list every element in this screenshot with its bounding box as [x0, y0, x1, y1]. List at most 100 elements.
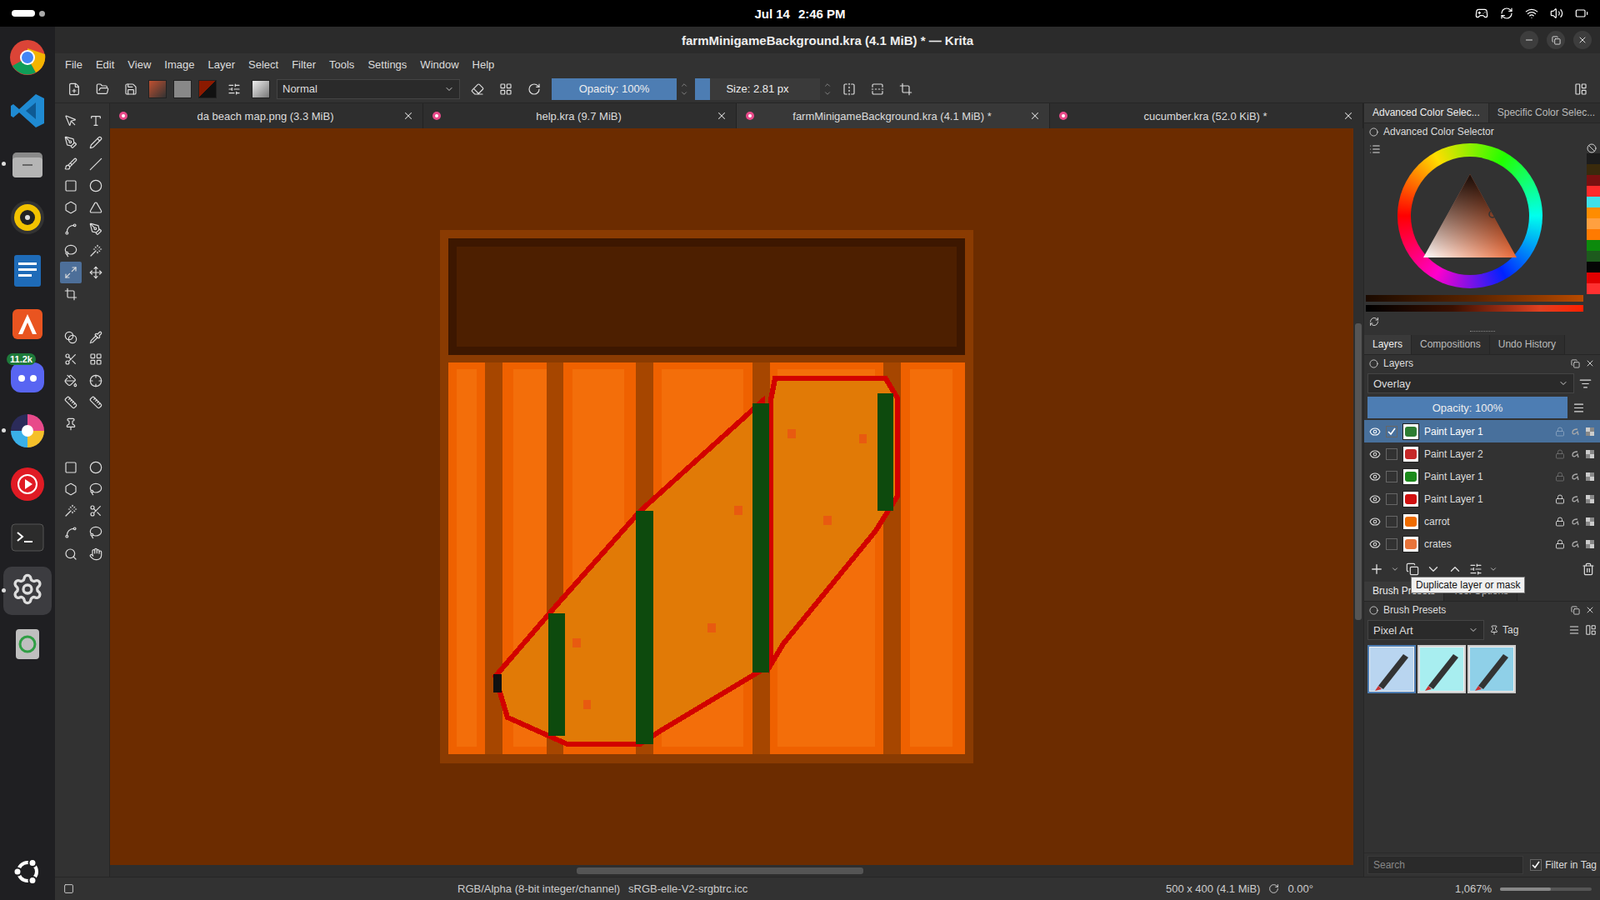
- brush-preset[interactable]: [1367, 645, 1416, 694]
- eraser-button[interactable]: [466, 78, 489, 100]
- opacity-slider[interactable]: Opacity: 100%: [551, 78, 677, 100]
- tool-button[interactable]: [60, 240, 82, 262]
- tool-button[interactable]: [85, 478, 107, 500]
- brush-preset[interactable]: [1467, 645, 1516, 694]
- lock-toggle[interactable]: [1555, 539, 1565, 550]
- rotation[interactable]: 0.00°: [1287, 882, 1314, 895]
- color-swatch[interactable]: [1586, 250, 1600, 262]
- color-swatch[interactable]: [1586, 207, 1600, 219]
- lock-toggle[interactable]: [1555, 516, 1565, 527]
- close-tab-icon[interactable]: [1029, 110, 1041, 122]
- color-swatch[interactable]: [1586, 261, 1600, 273]
- tool-button[interactable]: [85, 196, 107, 219]
- brush-preset[interactable]: [1417, 645, 1466, 694]
- canvas[interactable]: [110, 128, 1354, 865]
- size-slider[interactable]: Size: 2.81 px: [695, 78, 820, 100]
- brush-settings-button[interactable]: [223, 78, 245, 100]
- color-swatch[interactable]: [1586, 272, 1600, 284]
- saturation-triangle[interactable]: [1421, 172, 1519, 260]
- color-swatch[interactable]: [1586, 175, 1600, 186]
- gradient-swatch[interactable]: [148, 80, 167, 99]
- layer-blend-select[interactable]: Overlay: [1367, 373, 1575, 394]
- canvas-image[interactable]: [440, 230, 974, 764]
- tool-button[interactable]: [85, 240, 107, 262]
- inherit-alpha-icon[interactable]: [1585, 494, 1595, 505]
- alpha-icon[interactable]: [1570, 426, 1580, 437]
- dropdown-icon[interactable]: [1390, 565, 1400, 574]
- filter-icon[interactable]: [1579, 377, 1592, 390]
- visibility-toggle[interactable]: [1369, 538, 1381, 550]
- tool-button[interactable]: [60, 521, 82, 544]
- layer-row[interactable]: Paint Layer 1: [1364, 465, 1600, 488]
- tool-button[interactable]: [85, 110, 107, 132]
- color-swatch[interactable]: [1586, 153, 1600, 165]
- system-tray[interactable]: [845, 6, 1589, 20]
- close-icon[interactable]: [1585, 358, 1595, 369]
- menu-item[interactable]: Edit: [95, 58, 115, 71]
- inherit-alpha-icon[interactable]: [1585, 449, 1595, 460]
- alpha-icon[interactable]: [1570, 539, 1580, 550]
- tag-select[interactable]: Pixel Art: [1367, 620, 1485, 640]
- float-icon[interactable]: [1570, 359, 1580, 369]
- save-button[interactable]: [120, 78, 142, 100]
- layer-checkbox[interactable]: [1385, 448, 1398, 460]
- dock-item[interactable]: [3, 620, 52, 669]
- tool-button[interactable]: [85, 521, 107, 544]
- fg-bg-colors[interactable]: [198, 80, 217, 99]
- pattern-swatch[interactable]: [173, 80, 192, 99]
- menu-item[interactable]: Help: [472, 58, 495, 71]
- layer-row[interactable]: carrot: [1364, 510, 1600, 533]
- close-tab-icon[interactable]: [402, 110, 415, 122]
- blend-mode-select[interactable]: Normal: [276, 79, 460, 100]
- wrap-button[interactable]: [895, 78, 917, 100]
- docker-tab[interactable]: Advanced Color Selec...: [1364, 103, 1490, 123]
- hue-ring[interactable]: [1397, 143, 1543, 289]
- vertical-scrollbar[interactable]: [1353, 128, 1364, 865]
- layer-checkbox[interactable]: [1385, 493, 1398, 505]
- visibility-toggle[interactable]: [1369, 448, 1381, 460]
- tool-button[interactable]: [60, 500, 82, 522]
- tool-button[interactable]: [85, 456, 107, 479]
- menu-item[interactable]: Tools: [329, 58, 355, 71]
- lock-toggle[interactable]: [1555, 471, 1565, 482]
- layer-row[interactable]: Paint Layer 1: [1364, 420, 1600, 443]
- close-button[interactable]: [1573, 30, 1592, 50]
- dock-item[interactable]: [3, 300, 52, 349]
- close-icon[interactable]: [1585, 605, 1595, 615]
- float-icon[interactable]: [1570, 605, 1580, 615]
- document-tab[interactable]: cucumber.kra (52.0 KiB) *: [1050, 103, 1364, 129]
- tool-button[interactable]: [85, 348, 107, 370]
- new-button[interactable]: [63, 78, 85, 100]
- horizontal-scrollbar[interactable]: [110, 865, 1364, 877]
- color-swatch[interactable]: [1586, 283, 1600, 295]
- lock-toggle[interactable]: [1555, 449, 1565, 460]
- move-up-icon[interactable]: [1447, 561, 1463, 577]
- dock-item[interactable]: [3, 513, 52, 562]
- tool-button[interactable]: [60, 348, 82, 370]
- alpha-lock-button[interactable]: [495, 78, 517, 100]
- document-tab[interactable]: da beach map.png (3.3 MiB): [110, 103, 424, 129]
- tool-button[interactable]: [60, 153, 82, 175]
- menu-item[interactable]: Layer: [207, 58, 235, 71]
- activities-button[interactable]: [11, 10, 755, 17]
- alpha-icon[interactable]: [1570, 516, 1580, 527]
- duplicate-layer-icon[interactable]: [1405, 562, 1420, 576]
- tool-button[interactable]: [85, 370, 107, 392]
- layer-checkbox[interactable]: [1385, 425, 1398, 438]
- menu-item[interactable]: File: [65, 58, 83, 71]
- tool-button[interactable]: [85, 131, 107, 154]
- layer-opacity-slider[interactable]: Opacity: 100%: [1367, 396, 1568, 419]
- close-tab-icon[interactable]: [715, 110, 728, 122]
- layer-checkbox[interactable]: [1385, 538, 1398, 550]
- tool-button[interactable]: [85, 153, 107, 175]
- layer-properties-icon[interactable]: [1469, 562, 1483, 576]
- inherit-alpha-icon[interactable]: [1585, 426, 1595, 437]
- hue-bar[interactable]: [1365, 305, 1584, 312]
- menu-item[interactable]: Image: [164, 58, 195, 71]
- inherit-alpha-icon[interactable]: [1585, 516, 1595, 527]
- clear-history-icon[interactable]: [1586, 143, 1597, 154]
- maximize-button[interactable]: [1546, 30, 1565, 50]
- image-size[interactable]: 500 x 400 (4.1 MiB): [1165, 882, 1260, 895]
- tool-button[interactable]: [85, 500, 107, 522]
- value-bar[interactable]: [1365, 295, 1584, 302]
